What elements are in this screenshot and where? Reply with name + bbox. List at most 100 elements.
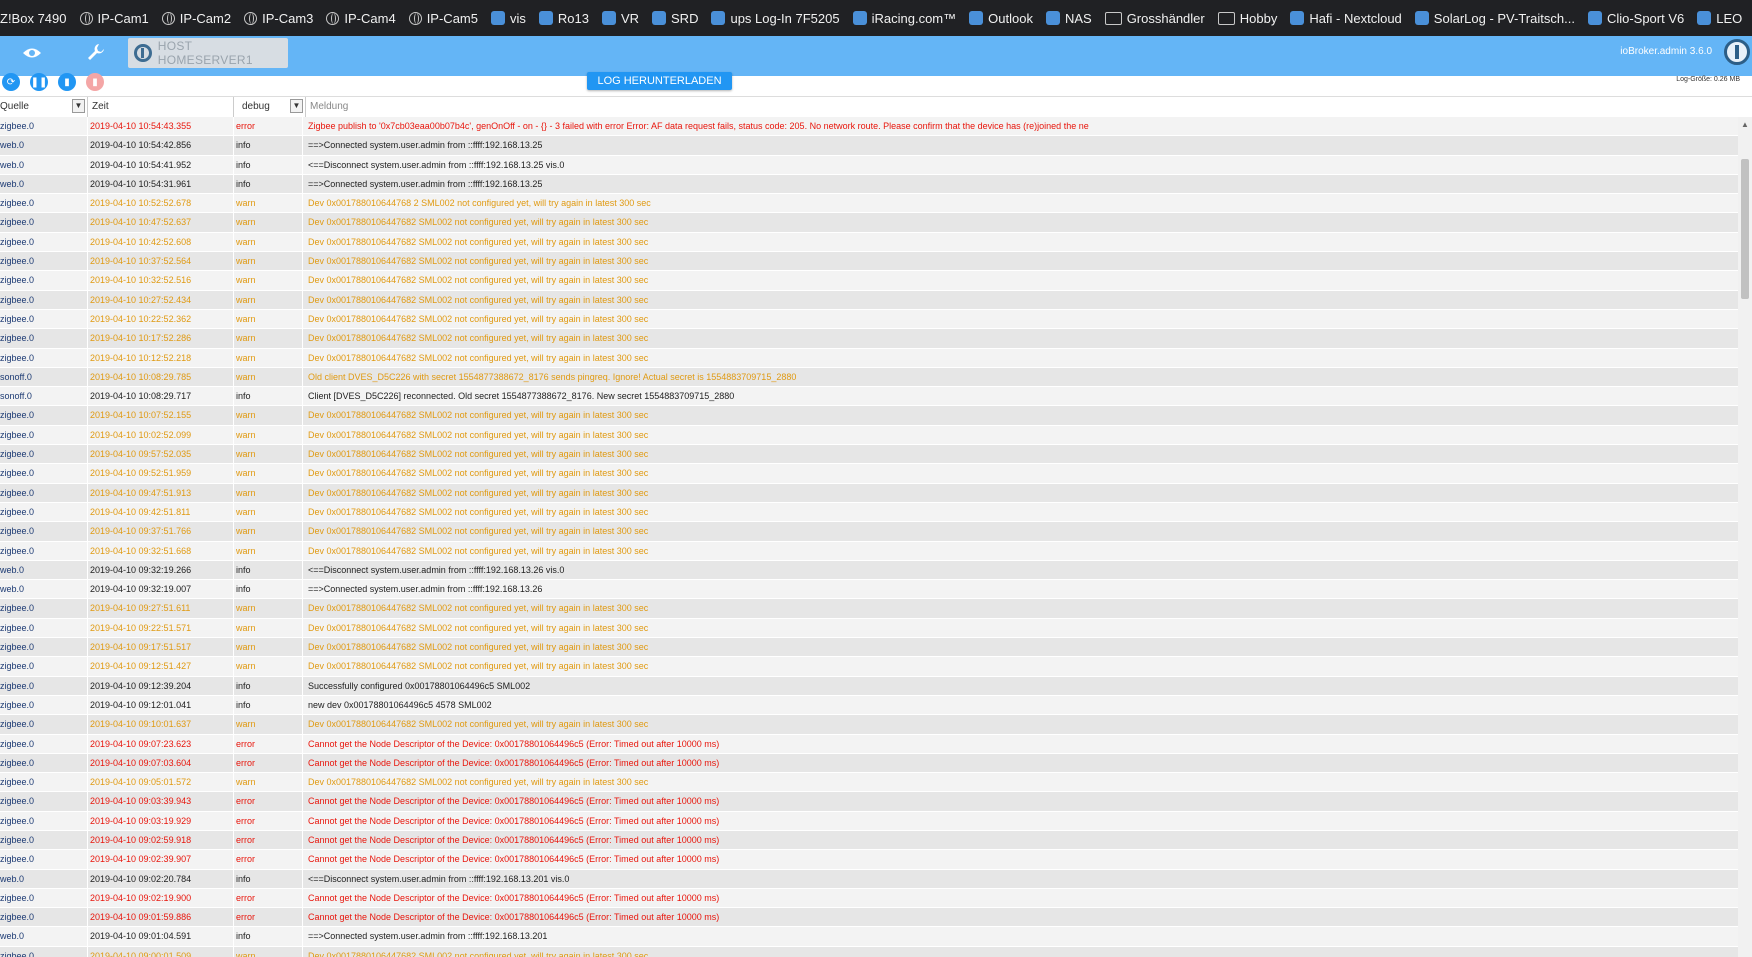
- bookmark-item[interactable]: IP-Cam5: [408, 11, 478, 26]
- bookmark-item[interactable]: vis: [490, 11, 526, 26]
- source-cell: zigbee.0: [0, 541, 88, 560]
- clear-list-icon[interactable]: ▮: [58, 73, 76, 91]
- bookmark-item[interactable]: SRD: [652, 11, 698, 26]
- table-row: zigbee.0 2019-04-10 09:52:51.959 warn Dev 0…: [0, 464, 1738, 484]
- pause-icon[interactable]: ❚❚: [30, 73, 48, 91]
- message-cell: Client [DVES_D5C226] reconnected. Old se…: [308, 391, 735, 402]
- bookmark-item[interactable]: iRacing.com™: [852, 11, 956, 26]
- time-cell: 2019-04-10 09:03:19.929: [88, 811, 234, 830]
- table-header: Quelle ▼ Zeit debug ▼ Meldung: [0, 96, 1752, 118]
- table-row: zigbee.0 2019-04-10 09:37:51.766 warn Dev 0…: [0, 522, 1738, 542]
- source-cell: web.0: [0, 155, 88, 174]
- table-row: zigbee.0 2019-04-10 09:02:39.907 error Cann…: [0, 850, 1738, 870]
- bookmark-item[interactable]: Hafi - Nextcloud: [1290, 11, 1402, 26]
- time-column-header: Zeit: [92, 97, 234, 117]
- table-row: zigbee.0 2019-04-10 09:03:19.929 error Cann…: [0, 811, 1738, 831]
- bookmark-item[interactable]: IP-Cam4: [326, 11, 396, 26]
- time-cell: 2019-04-10 10:08:29.785: [88, 367, 234, 387]
- severity-cell: warn: [234, 445, 303, 464]
- source-column-header: Quelle: [0, 101, 29, 112]
- severity-cell: warn: [234, 232, 303, 252]
- log-toolbar: ⟳ ❚❚ ▮ ▮ LOG HERUNTERLADEN Log-Größe: 0.…: [0, 72, 1752, 96]
- iracing-icon: [852, 11, 867, 25]
- table-row: web.0 2019-04-10 09:32:19.266 info <==Disco…: [0, 560, 1738, 581]
- bookmark-label: Ro13: [557, 10, 589, 26]
- time-cell: 2019-04-10 09:27:51.611: [88, 599, 234, 618]
- source-cell: zigbee.0: [0, 638, 88, 657]
- message-cell: new dev 0x00178801064496c5 4578 SML002: [308, 699, 492, 710]
- globe-icon: [244, 11, 258, 25]
- scroll-thumb[interactable]: [1741, 159, 1749, 299]
- scroll-up-icon[interactable]: ▲: [1741, 120, 1749, 129]
- bookmark-label: Hobby: [1239, 10, 1278, 26]
- source-cell: zigbee.0: [0, 792, 88, 811]
- time-cell: 2019-04-10 10:37:52.564: [88, 252, 234, 271]
- time-cell: 2019-04-10 10:08:29.717: [88, 387, 234, 406]
- solarlog-icon: [1414, 11, 1429, 25]
- source-cell: zigbee.0: [0, 194, 88, 213]
- download-log-button[interactable]: LOG HERUNTERLADEN: [587, 72, 732, 90]
- bookmark-item[interactable]: Grosshändler: [1104, 11, 1205, 26]
- severity-cell: error: [234, 792, 303, 811]
- table-row: zigbee.0 2019-04-10 09:42:51.811 warn Dev 0…: [0, 502, 1738, 523]
- bookmark-item[interactable]: Ro13: [538, 10, 589, 26]
- time-cell: 2019-04-10 09:22:51.571: [88, 618, 234, 638]
- source-cell: zigbee.0: [0, 753, 88, 773]
- bookmark-item[interactable]: SolarLog - PV-Traitsch...: [1414, 11, 1575, 26]
- bookmark-item[interactable]: IP-Cam2: [161, 11, 231, 26]
- wrench-icon[interactable]: [86, 42, 106, 68]
- scrollbar[interactable]: ▲: [1738, 117, 1752, 957]
- severity-filter[interactable]: debug ▼: [234, 97, 306, 117]
- message-cell: Dev 0x0017880106447682 SML002 not config…: [308, 217, 649, 228]
- severity-cell: warn: [234, 638, 303, 657]
- eye-icon[interactable]: [22, 45, 42, 66]
- chevron-down-icon[interactable]: ▼: [290, 99, 303, 113]
- severity-cell: info: [234, 695, 303, 715]
- bookmark-item[interactable]: Clio-Sport V6: [1587, 11, 1684, 26]
- severity-cell: info: [234, 869, 303, 888]
- bookmark-item[interactable]: ups Log-In 7F5205: [711, 11, 840, 26]
- chevron-down-icon[interactable]: ▼: [72, 99, 85, 113]
- folder-icon: [1104, 11, 1122, 25]
- refresh-icon[interactable]: ⟳: [2, 73, 20, 91]
- time-cell: 2019-04-10 09:01:04.591: [88, 927, 234, 946]
- time-cell: 2019-04-10 09:07:23.623: [88, 734, 234, 753]
- table-row: zigbee.0 2019-04-10 09:47:51.913 warn Dev 0…: [0, 483, 1738, 503]
- table-row: zigbee.0 2019-04-10 09:10:01.637 warn Dev 0…: [0, 715, 1738, 735]
- host-selector-button[interactable]: HOST HOMESERVER1: [128, 38, 288, 68]
- time-cell: 2019-04-10 10:52:52.678: [88, 194, 234, 213]
- source-filter[interactable]: Quelle ▼: [0, 97, 88, 117]
- time-cell: 2019-04-10 10:54:41.952: [88, 155, 234, 174]
- severity-cell: warn: [234, 271, 303, 290]
- message-cell: Dev 0x0017880106447682 SML002 not config…: [308, 429, 649, 440]
- table-row: zigbee.0 2019-04-10 10:54:43.355 error Zigb…: [0, 117, 1738, 137]
- table-row: zigbee.0 2019-04-10 10:42:52.608 warn Dev 0…: [0, 232, 1738, 253]
- bookmark-item[interactable]: Z!Box 7490: [0, 11, 67, 26]
- table-row: zigbee.0 2019-04-10 10:12:52.218 warn Dev 0…: [0, 348, 1738, 368]
- bookmark-item[interactable]: LEO: [1697, 11, 1742, 26]
- bookmark-item[interactable]: Hobby: [1217, 10, 1278, 26]
- iobroker-logo-icon[interactable]: [1724, 39, 1750, 65]
- time-cell: 2019-04-10 09:02:59.918: [88, 830, 234, 850]
- time-cell: 2019-04-10 09:02:39.907: [88, 850, 234, 869]
- time-cell: 2019-04-10 09:42:51.811: [88, 502, 234, 522]
- source-cell: sonoff.0: [0, 387, 88, 406]
- iobroker-logo-icon: [134, 44, 152, 62]
- iobroker-icon: [538, 11, 553, 25]
- bookmark-item[interactable]: IP-Cam3: [244, 11, 313, 26]
- severity-cell: warn: [234, 348, 303, 367]
- bookmark-item[interactable]: NAS: [1045, 11, 1092, 26]
- bookmark-item[interactable]: VR: [601, 10, 640, 26]
- bookmark-item[interactable]: IP-Cam1: [79, 11, 149, 26]
- message-cell: Dev 0x0017880106447682 SML002 not config…: [308, 256, 649, 267]
- delete-icon[interactable]: ▮: [86, 73, 104, 91]
- wd-icon: [1045, 11, 1060, 25]
- table-row: web.0 2019-04-10 09:02:20.784 info <==Disco…: [0, 869, 1738, 889]
- bookmark-label: Z!Box 7490: [0, 10, 67, 26]
- table-row: zigbee.0 2019-04-10 09:32:51.668 warn Dev 0…: [0, 541, 1738, 561]
- message-filter-input[interactable]: Meldung: [310, 97, 1710, 117]
- severity-cell: info: [234, 387, 303, 406]
- bookmark-item[interactable]: Outlook: [969, 11, 1033, 26]
- time-cell: 2019-04-10 09:03:39.943: [88, 792, 234, 811]
- bookmark-label: VR: [620, 10, 640, 26]
